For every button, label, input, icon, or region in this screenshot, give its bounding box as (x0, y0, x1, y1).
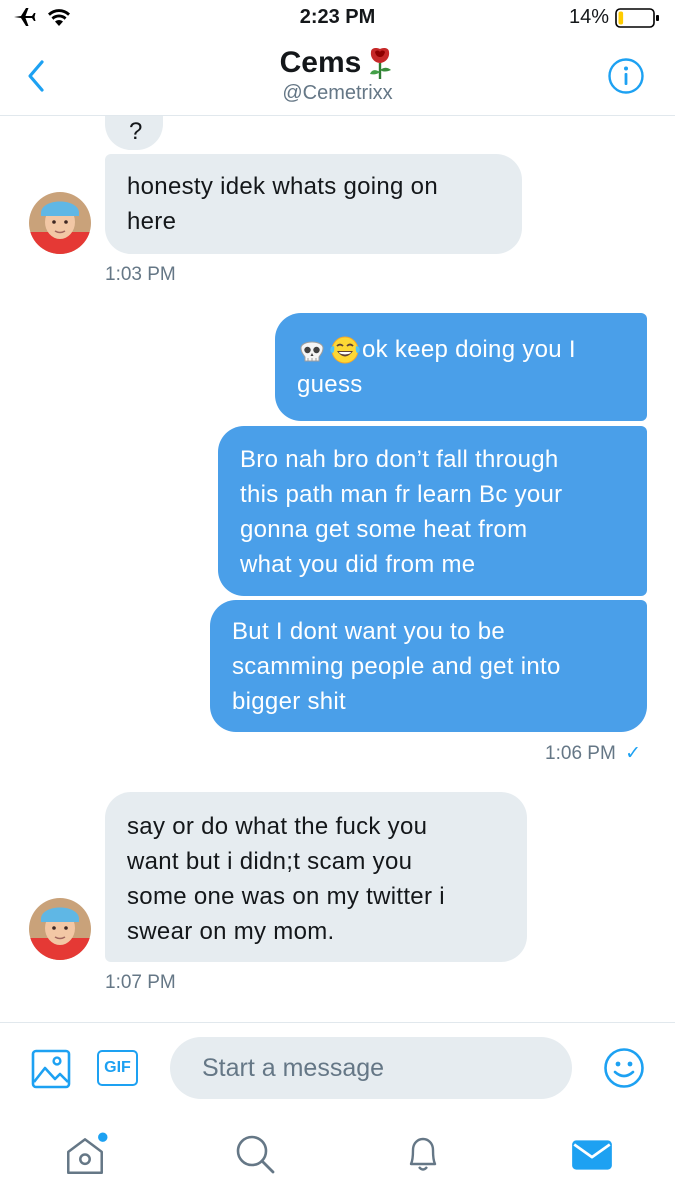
battery-fill (618, 11, 624, 24)
avatar[interactable] (29, 898, 91, 960)
message-input[interactable] (170, 1037, 572, 1099)
message-line: scamming people and get into (232, 653, 561, 680)
image-icon (31, 1049, 71, 1089)
battery-percent: 14% (568, 6, 609, 28)
avatar-image (29, 192, 91, 254)
message-line: some one was on my twitter i (127, 883, 445, 910)
tab-bar (0, 1114, 675, 1200)
message-bubble-outgoing[interactable]: But I dont want you to be scamming peopl… (210, 600, 647, 732)
gif-icon: GIF (104, 1059, 131, 1076)
emoji-button[interactable] (603, 1047, 645, 1089)
home-icon (67, 1138, 103, 1175)
message-line: swear on my mom. (127, 918, 335, 945)
search-icon (236, 1135, 275, 1174)
conversation-header: Cems @Cemetrixx (0, 38, 675, 116)
message-bubble-incoming[interactable]: say or do what the fuck you want but i d… (105, 792, 527, 962)
message-line: gonna get some heat from (240, 516, 528, 543)
tab-home[interactable] (62, 1132, 108, 1178)
notification-dot (98, 1132, 108, 1142)
message-line: Bro nah bro don’t fall through (240, 446, 559, 473)
message-bubble-outgoing[interactable]: ok keep doing you I guess (275, 313, 647, 421)
message-bubble-outgoing[interactable]: Bro nah bro don’t fall through this path… (218, 426, 647, 596)
info-icon (608, 58, 644, 94)
tab-notifications[interactable] (401, 1132, 445, 1176)
conversation-title[interactable]: Cems @Cemetrixx (0, 46, 675, 105)
message-list[interactable]: ? honesty idek whats going on here 1:03 … (0, 116, 675, 1021)
skull-emoji-icon (300, 341, 324, 361)
timestamp: 1:06 PM ✓ (545, 742, 641, 765)
timestamp-text: 1:06 PM (545, 743, 616, 764)
message-line: say or do what the fuck you (127, 813, 428, 840)
read-receipt-check: ✓ (625, 743, 641, 764)
message-bubble-incoming[interactable]: ? (105, 116, 163, 150)
laughing-tears-emoji-icon (330, 336, 360, 363)
message-line: bigger shit (232, 688, 347, 715)
message-line: here (127, 208, 177, 235)
message-bubble-incoming[interactable]: honesty idek whats going on here (105, 154, 522, 254)
tab-messages[interactable] (569, 1132, 615, 1178)
info-button[interactable] (607, 57, 645, 95)
tab-search[interactable] (233, 1132, 277, 1176)
message-line: ok keep doing you I (297, 332, 631, 367)
message-line: what you did from me (240, 551, 476, 578)
message-line: want but i didn;t scam you (127, 848, 413, 875)
add-photo-button[interactable] (31, 1049, 71, 1089)
contact-name: Cems (279, 46, 362, 79)
timestamp: 1:03 PM (105, 264, 176, 285)
mail-icon (572, 1140, 612, 1170)
timestamp: 1:07 PM (105, 972, 176, 993)
contact-handle: @Cemetrixx (282, 82, 393, 104)
message-composer: GIF (0, 1022, 675, 1114)
message-line: this path man fr learn Bc your (240, 481, 563, 508)
avatar[interactable] (29, 192, 91, 254)
emoji-icon (604, 1048, 644, 1088)
message-text: ? (129, 118, 143, 145)
avatar-image (29, 898, 91, 960)
status-bar: 2:23 PM 14% (0, 0, 675, 38)
message-line: But I dont want you to be (232, 618, 506, 645)
gif-button[interactable]: GIF (97, 1050, 138, 1086)
bell-icon (409, 1137, 437, 1171)
rose-emoji-icon (370, 48, 392, 79)
status-right: 14% (569, 6, 661, 29)
message-line: guess (297, 371, 363, 398)
battery-icon (615, 7, 659, 28)
message-line: honesty idek whats going on (127, 173, 438, 200)
